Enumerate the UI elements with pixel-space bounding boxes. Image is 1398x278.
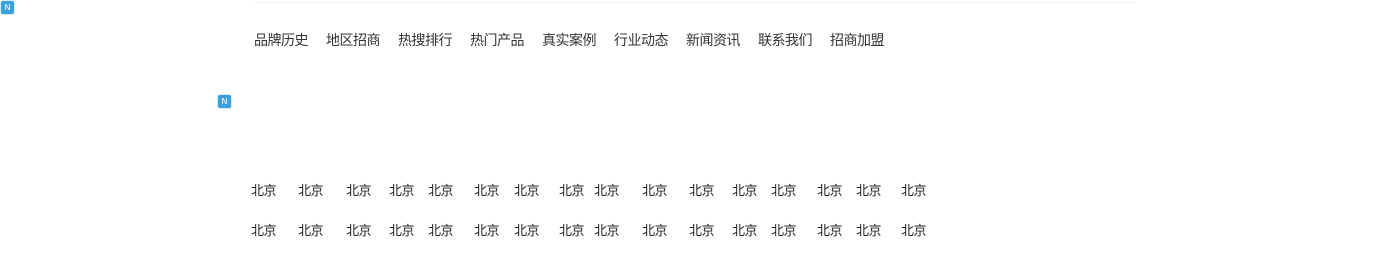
- city-link[interactable]: 北京: [514, 180, 540, 199]
- city-link[interactable]: 北京: [298, 220, 324, 239]
- city-link[interactable]: 北京: [856, 180, 882, 199]
- city-link[interactable]: 北京: [559, 220, 585, 239]
- main-nav: 品牌历史 地区招商 热搜排行 热门产品 真实案例 行业动态 新闻资讯 联系我们 …: [254, 30, 885, 50]
- n-badge-icon[interactable]: N: [218, 95, 231, 108]
- city-link[interactable]: 北京: [771, 180, 797, 199]
- city-link[interactable]: 北京: [474, 180, 500, 199]
- nav-item-hot-products[interactable]: 热门产品: [470, 30, 525, 50]
- city-link-row: 北京 北京 北京 北京 北京 北京 北京 北京 北京 北京 北京 北京 北京 北…: [251, 180, 951, 199]
- city-link[interactable]: 北京: [642, 180, 668, 199]
- n-badge-icon[interactable]: N: [1, 1, 14, 14]
- city-link[interactable]: 北京: [428, 180, 454, 199]
- city-link[interactable]: 北京: [514, 220, 540, 239]
- city-link[interactable]: 北京: [298, 180, 324, 199]
- city-link[interactable]: 北京: [251, 220, 277, 239]
- city-link[interactable]: 北京: [901, 180, 927, 199]
- city-link[interactable]: 北京: [817, 220, 843, 239]
- nav-item-industry-news[interactable]: 行业动态: [614, 30, 669, 50]
- city-link[interactable]: 北京: [594, 220, 620, 239]
- city-link[interactable]: 北京: [732, 220, 758, 239]
- city-link[interactable]: 北京: [389, 220, 415, 239]
- city-link[interactable]: 北京: [251, 180, 277, 199]
- nav-item-hot-search-ranking[interactable]: 热搜排行: [398, 30, 453, 50]
- city-link-row: 北京 北京 北京 北京 北京 北京 北京 北京 北京 北京 北京 北京 北京 北…: [251, 220, 951, 239]
- city-link[interactable]: 北京: [817, 180, 843, 199]
- city-link[interactable]: 北京: [732, 180, 758, 199]
- top-divider: [255, 2, 1135, 3]
- city-link[interactable]: 北京: [771, 220, 797, 239]
- city-link[interactable]: 北京: [901, 220, 927, 239]
- city-link[interactable]: 北京: [689, 220, 715, 239]
- city-link[interactable]: 北京: [559, 180, 585, 199]
- city-link[interactable]: 北京: [642, 220, 668, 239]
- page: N N 品牌历史 地区招商 热搜排行 热门产品 真实案例 行业动态 新闻资讯 联…: [0, 0, 1398, 278]
- city-link[interactable]: 北京: [389, 180, 415, 199]
- city-link[interactable]: 北京: [346, 220, 372, 239]
- city-link[interactable]: 北京: [594, 180, 620, 199]
- city-link[interactable]: 北京: [856, 220, 882, 239]
- nav-item-real-cases[interactable]: 真实案例: [542, 30, 597, 50]
- city-link[interactable]: 北京: [428, 220, 454, 239]
- city-link[interactable]: 北京: [346, 180, 372, 199]
- nav-item-contact-us[interactable]: 联系我们: [758, 30, 813, 50]
- nav-item-news[interactable]: 新闻资讯: [686, 30, 741, 50]
- city-link[interactable]: 北京: [474, 220, 500, 239]
- nav-item-regional-investment[interactable]: 地区招商: [326, 30, 381, 50]
- city-link[interactable]: 北京: [689, 180, 715, 199]
- nav-item-brand-history[interactable]: 品牌历史: [254, 30, 309, 50]
- nav-item-franchise[interactable]: 招商加盟: [830, 30, 885, 50]
